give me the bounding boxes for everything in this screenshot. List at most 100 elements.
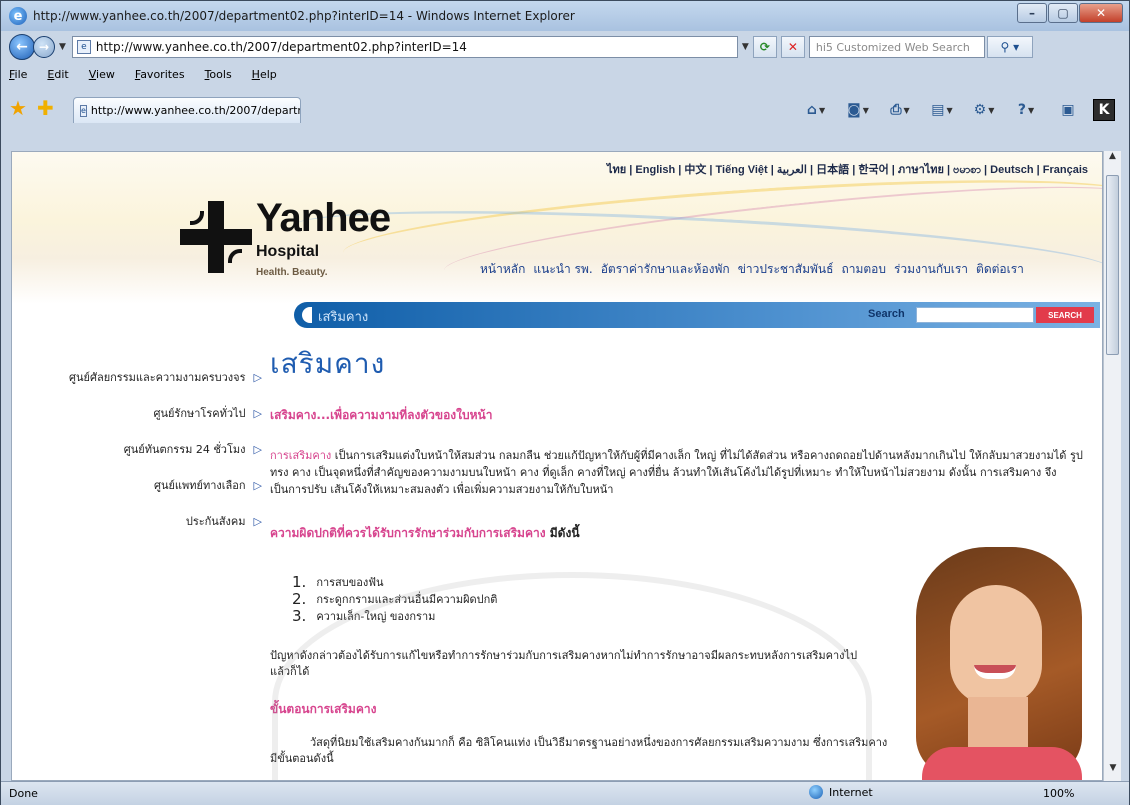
tab-row: ★ ✚ e http://www.yanhee.co.th/2007/depar… <box>1 85 1129 155</box>
logo-tagline: Health. Beauty. <box>256 267 328 278</box>
language-bar[interactable]: ไทย | English | 中文 | Tiếng Việt | العربي… <box>607 160 1088 179</box>
refresh-button[interactable]: ⟳ <box>752 36 777 58</box>
nav-rates[interactable]: อัตราค่ารักษาและห้องพัก <box>601 260 730 279</box>
close-button[interactable]: ✕ <box>1079 3 1123 23</box>
address-dropdown-icon[interactable]: ▼ <box>742 42 749 52</box>
sidebar-item-social-security[interactable]: ประกันสังคม ▷ <box>30 506 262 536</box>
site-search-button[interactable]: SEARCH <box>1036 307 1094 323</box>
search-button[interactable]: ⚲ ▾ <box>986 36 1033 58</box>
triangle-right-icon: ▷ <box>253 406 262 420</box>
scroll-up-icon[interactable]: ▲ <box>1104 151 1121 169</box>
menu-help[interactable]: Help <box>252 68 277 81</box>
sidebar-item-dental[interactable]: ศูนย์ทันตกรรม 24 ชั่วโมง ▷ <box>30 434 262 464</box>
page-menu-icon[interactable]: ▤ ▼ <box>925 99 959 121</box>
list-text: ความเล็ก-ใหญ่ ของกราม <box>316 609 436 623</box>
sidebar-item-label: ประกันสังคม <box>185 515 246 528</box>
forward-button[interactable]: → <box>33 36 55 58</box>
yanhee-website: ไทย | English | 中文 | Tiếng Việt | العربي… <box>12 152 1102 780</box>
history-dropdown-icon[interactable]: ▼ <box>59 42 66 52</box>
procedure-paragraph: วัสดุที่นิยมใช้เสริมคางกันมากก็ คือ ซิลิ… <box>270 736 888 765</box>
print-icon[interactable]: ⎙ ▼ <box>883 99 917 121</box>
triangle-right-icon: ▷ <box>253 370 262 384</box>
nav-careers[interactable]: ร่วมงานกับเรา <box>894 260 968 279</box>
list-text: กระดูกกรามและส่วนอื่นมีความผิดปกติ <box>316 592 498 606</box>
back-button[interactable]: ← <box>9 34 35 60</box>
research-icon[interactable]: ▣ <box>1051 99 1085 121</box>
tools-gear-icon[interactable]: ⚙ ▼ <box>967 99 1001 121</box>
triangle-right-icon: ▷ <box>253 514 262 528</box>
list-number: 3. <box>292 606 307 625</box>
scroll-down-icon[interactable]: ▼ <box>1104 763 1122 781</box>
conditions-heading-text: ความผิดปกติที่ควรได้รับการรักษาร่วมกับกา… <box>270 526 546 540</box>
intro-text: เป็นการเสริมแต่งใบหน้าให้สมส่วน กลมกลืน … <box>270 449 1083 496</box>
search-input[interactable]: hi5 Customized Web Search <box>808 36 985 58</box>
nav-about[interactable]: แนะนำ รพ. <box>533 260 592 279</box>
ie-logo-icon: e <box>9 7 27 25</box>
menu-view[interactable]: View <box>89 68 115 81</box>
k-toolbar-icon[interactable]: K <box>1093 99 1115 121</box>
minimize-button[interactable]: – <box>1017 3 1047 23</box>
nav-faq[interactable]: ถามตอบ <box>841 260 886 279</box>
add-favorite-icon[interactable]: ✚ <box>37 97 59 119</box>
site-search-label: Search <box>868 308 905 320</box>
sidebar-item-label: ศูนย์ทันตกรรม 24 ชั่วโมง <box>123 443 246 456</box>
warning-paragraph: ปัญหาดังกล่าวต้องได้รับการแก้ไขหรือทำการ… <box>270 649 858 678</box>
maximize-button[interactable]: ▢ <box>1048 3 1078 23</box>
nav-contact[interactable]: ติดต่อเรา <box>976 260 1024 279</box>
model-photo <box>892 547 1082 780</box>
sidebar-item-cosmetic[interactable]: ศูนย์ศัลยกรรมและความงามครบวงจร ▷ <box>30 362 262 392</box>
nav-home[interactable]: หน้าหลัก <box>480 260 525 279</box>
section-label: เสริมคาง <box>318 310 369 325</box>
site-logo[interactable]: Yanhee Hospital Health. Beauty. <box>180 196 391 278</box>
window-title: http://www.yanhee.co.th/2007/department0… <box>33 9 575 23</box>
address-field[interactable]: e http://www.yanhee.co.th/2007/departmen… <box>71 36 738 58</box>
globe-icon <box>809 785 823 799</box>
address-url: http://www.yanhee.co.th/2007/department0… <box>95 40 467 54</box>
zoom-level[interactable]: 100% <box>1043 787 1074 800</box>
help-icon[interactable]: ? ▼ <box>1009 99 1043 121</box>
menu-file[interactable]: File <box>9 68 27 81</box>
page-icon: e <box>80 104 87 117</box>
sidebar-item-alternative[interactable]: ศูนย์แพทย์ทางเลือก ▷ <box>30 470 262 500</box>
menu-bar: File Edit View Favorites Tools Help <box>1 63 1129 85</box>
menu-edit[interactable]: Edit <box>47 68 68 81</box>
list-text: การสบของฟัน <box>316 575 384 589</box>
sidebar-item-label: ศูนย์ศัลยกรรมและความงามครบวงจร <box>69 371 246 384</box>
list-number: 2. <box>292 589 307 608</box>
triangle-right-icon: ▷ <box>253 442 262 456</box>
cross-logo-icon <box>180 201 252 273</box>
page-title: เสริมคาง <box>270 347 386 380</box>
menu-favorites[interactable]: Favorites <box>135 68 185 81</box>
site-search-input[interactable] <box>916 307 1034 323</box>
stop-button[interactable]: ✕ <box>780 36 805 58</box>
title-bar: e http://www.yanhee.co.th/2007/departmen… <box>1 1 1129 31</box>
browser-window: e http://www.yanhee.co.th/2007/departmen… <box>0 0 1130 805</box>
feeds-icon[interactable]: ◙ ▼ <box>841 99 875 121</box>
sidebar-menu: ศูนย์ศัลยกรรมและความงามครบวงจร ▷ ศูนย์รั… <box>30 362 262 542</box>
security-zone[interactable]: Internet <box>809 785 873 799</box>
section-bar: เสริมคาง Search SEARCH <box>294 302 1100 328</box>
intro-paragraph: การเสริมคาง เป็นการเสริมแต่งใบหน้าให้สมส… <box>270 447 1090 498</box>
sidebar-item-general[interactable]: ศูนย์รักษาโรคทั่วไป ▷ <box>30 398 262 428</box>
status-bar: Done Internet 100% <box>1 781 1129 805</box>
content-subtitle: เสริมคาง...เพื่อความงามที่ลงตัวของใบหน้า <box>270 408 493 422</box>
sidebar-item-label: ศูนย์แพทย์ทางเลือก <box>153 479 246 492</box>
conditions-heading: ความผิดปกติที่ควรได้รับการรักษาร่วมกับกา… <box>270 524 1090 543</box>
logo-name: Yanhee <box>256 196 391 240</box>
zone-label: Internet <box>829 785 873 799</box>
nav-news[interactable]: ข่าวประชาสัมพันธ์ <box>738 260 834 279</box>
home-icon[interactable]: ⌂ ▼ <box>799 99 833 121</box>
favorites-star-icon[interactable]: ★ <box>9 97 31 119</box>
page-viewport: ไทย | English | 中文 | Tiếng Việt | العربي… <box>11 151 1103 781</box>
vertical-scrollbar[interactable]: ▲ ▼ <box>1103 151 1121 781</box>
logo-sub: Hospital <box>256 243 320 260</box>
sidebar-item-label: ศูนย์รักษาโรคทั่วไป <box>153 407 246 420</box>
tab-label: http://www.yanhee.co.th/2007/department0… <box>90 104 300 117</box>
scroll-thumb[interactable] <box>1106 175 1119 355</box>
address-toolbar: ← → ▼ e http://www.yanhee.co.th/2007/dep… <box>1 31 1129 63</box>
triangle-right-icon: ▷ <box>253 478 262 492</box>
menu-tools[interactable]: Tools <box>205 68 232 81</box>
main-nav: หน้าหลัก แนะนำ รพ. อัตราค่ารักษาและห้องพ… <box>480 260 1024 279</box>
intro-lead: การเสริมคาง <box>270 449 332 462</box>
tab-yanhee[interactable]: e http://www.yanhee.co.th/2007/departmen… <box>73 97 301 123</box>
